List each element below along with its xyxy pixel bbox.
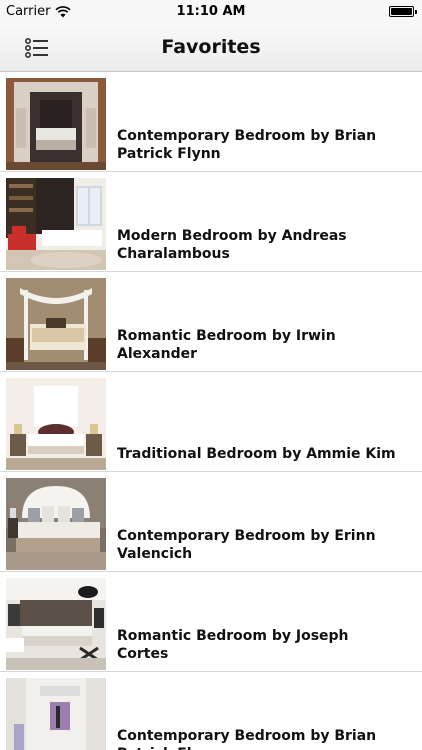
list-item-title: Contemporary Bedroom by Erinn Valencich [117,528,376,562]
bedroom-thumbnail [6,178,106,270]
list-item-title: Romantic Bedroom by Irwin Alexander [117,328,336,362]
bedroom-thumbnail [6,378,106,470]
bedroom-thumbnail [6,78,106,170]
list-item-title: Romantic Bedroom by Joseph Cortes [117,628,349,662]
bedroom-thumbnail [6,478,106,570]
list-item[interactable]: Contemporary Bedroom by Erinn Valencich [0,472,422,572]
list-item[interactable]: Modern Bedroom by Andreas Charalambous [0,172,422,272]
bedroom-thumbnail [6,278,106,370]
list-item[interactable]: Contemporary Bedroom by Brian Patrick Fl… [0,72,422,172]
status-bar: Carrier 11:10 AM [0,0,422,24]
status-time: 11:10 AM [176,4,246,19]
page-title: Favorites [161,36,261,58]
app-screen: Carrier 11:10 AM Favorites Contemporary … [0,0,422,750]
list-item[interactable]: Romantic Bedroom by Joseph Cortes [0,572,422,672]
list-item-title: Modern Bedroom by Andreas Charalambous [117,228,347,262]
bedroom-thumbnail [6,678,106,750]
bedroom-thumbnail [6,578,106,670]
favorites-list: Contemporary Bedroom by Brian Patrick Fl… [0,72,422,750]
battery-fill [391,8,412,15]
list-item[interactable]: Contemporary Bedroom by Brian Patrick Fl… [0,672,422,750]
list-item[interactable]: Traditional Bedroom by Ammie Kim [0,372,422,472]
list-item-title: Contemporary Bedroom by Brian Patrick Fl… [117,728,377,750]
list-item[interactable]: Romantic Bedroom by Irwin Alexander [0,272,422,372]
list-item-title: Traditional Bedroom by Ammie Kim [117,446,396,462]
battery-icon [389,6,417,17]
list-item-title: Contemporary Bedroom by Brian Patrick Fl… [117,128,377,162]
navigation-bar: Favorites [0,24,422,72]
